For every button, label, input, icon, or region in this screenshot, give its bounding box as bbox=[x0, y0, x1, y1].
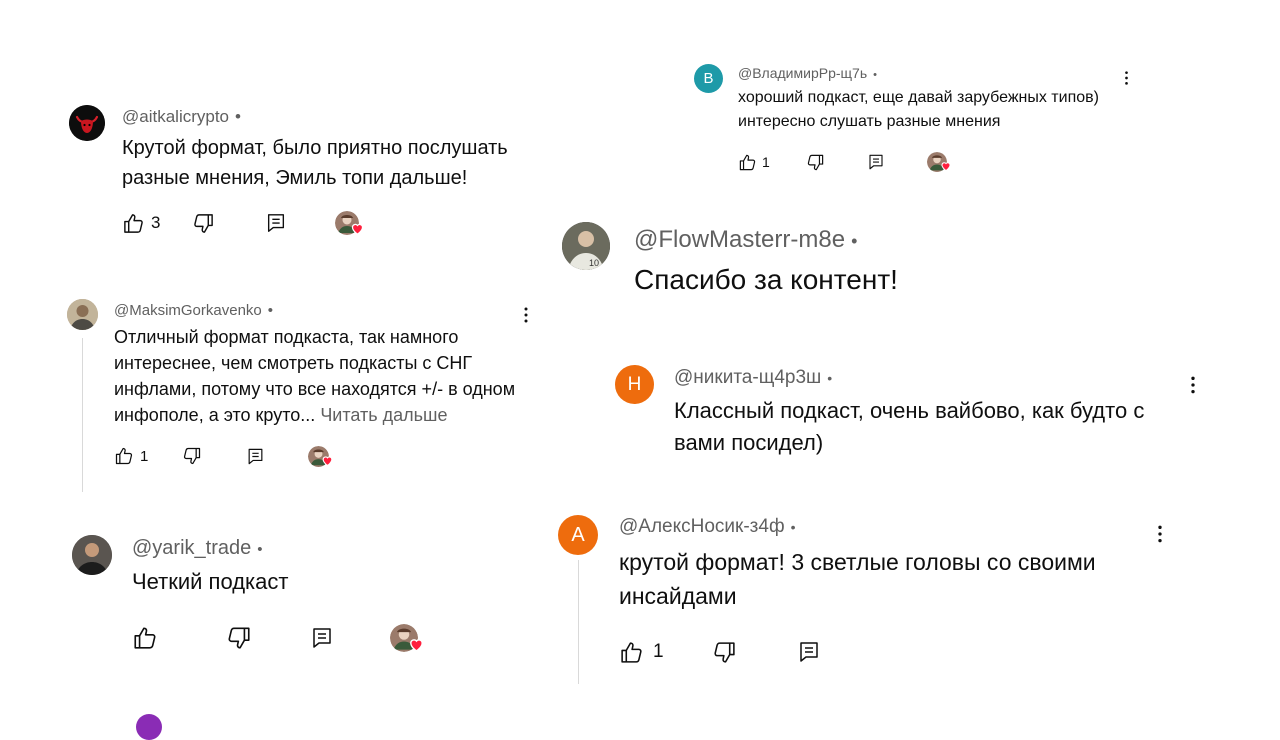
reply-icon bbox=[797, 640, 821, 664]
avatar[interactable] bbox=[69, 105, 105, 141]
heart-icon bbox=[321, 454, 334, 467]
reply-button[interactable] bbox=[867, 153, 885, 171]
more-vert-icon bbox=[1190, 375, 1196, 395]
more-actions-button[interactable] bbox=[1124, 70, 1129, 91]
avatar[interactable]: Н bbox=[615, 365, 654, 404]
person-photo-icon: 10 bbox=[562, 222, 610, 270]
comment-actions: 1 bbox=[114, 445, 334, 467]
dislike-button[interactable] bbox=[226, 625, 252, 651]
dislike-button[interactable] bbox=[192, 212, 215, 235]
svg-text:10: 10 bbox=[589, 258, 599, 268]
comment-text: Спасибо за контент! bbox=[634, 264, 898, 295]
read-more-link[interactable]: Читать дальше bbox=[320, 405, 447, 425]
comment-author[interactable]: @aitkalicrypto bbox=[122, 107, 229, 126]
separator-dot: • bbox=[235, 107, 241, 126]
creator-heart bbox=[390, 623, 426, 653]
person-photo-icon bbox=[67, 299, 98, 330]
comment-text: хороший подкаст, еще давай зарубежных ти… bbox=[738, 89, 1099, 130]
like-count: 3 bbox=[151, 213, 161, 232]
dislike-button[interactable] bbox=[712, 640, 737, 665]
avatar[interactable]: 10 bbox=[562, 222, 610, 270]
comment-author[interactable]: @АлексНосик-з4ф bbox=[619, 516, 785, 537]
thread-line bbox=[82, 338, 83, 492]
reply-icon bbox=[867, 153, 885, 171]
like-button[interactable]: 1 bbox=[738, 153, 770, 172]
thumbs-down-icon bbox=[226, 625, 252, 651]
comment-author[interactable]: @никита-щ4р3ш bbox=[674, 367, 821, 388]
thumbs-up-icon bbox=[114, 446, 134, 466]
comment-text: Четкий подкаст bbox=[132, 569, 289, 594]
dislike-button[interactable] bbox=[182, 446, 202, 466]
separator-dot: • bbox=[851, 231, 858, 251]
separator-dot: • bbox=[267, 302, 274, 319]
separator-dot: • bbox=[827, 370, 833, 386]
avatar[interactable]: В bbox=[694, 64, 723, 93]
comment-author[interactable]: @ВладимирРр-щ7ь bbox=[738, 65, 867, 81]
avatar[interactable] bbox=[72, 535, 112, 575]
person-photo-icon bbox=[72, 535, 112, 575]
thumbs-up-icon bbox=[132, 625, 158, 651]
heart-icon bbox=[940, 160, 952, 172]
thread-line bbox=[578, 560, 579, 684]
comment-author[interactable]: @yarik_trade bbox=[132, 537, 251, 559]
more-vert-icon bbox=[1157, 524, 1163, 544]
thumbs-up-icon bbox=[738, 153, 757, 172]
reply-icon bbox=[246, 447, 265, 466]
comment-text: Классный подкаст, очень вайбово, как буд… bbox=[674, 398, 1145, 455]
comment-actions: 1 bbox=[619, 638, 821, 666]
avatar-letter: А bbox=[571, 523, 585, 546]
like-button[interactable]: 1 bbox=[619, 640, 664, 665]
heart-icon bbox=[408, 636, 425, 653]
more-vert-icon bbox=[1124, 70, 1129, 86]
comment-text: Отличный формат подкаста, так намного ин… bbox=[114, 327, 516, 425]
avatar-letter: В bbox=[703, 70, 714, 87]
reply-icon bbox=[265, 212, 287, 234]
thumbs-up-icon bbox=[122, 212, 145, 235]
thumbs-down-icon bbox=[182, 446, 202, 466]
like-button[interactable]: 1 bbox=[114, 446, 148, 466]
comment-author[interactable]: @MaksimGorkavenko bbox=[114, 302, 262, 319]
like-count: 1 bbox=[762, 154, 770, 170]
reply-icon bbox=[310, 626, 334, 650]
reply-button[interactable] bbox=[265, 212, 287, 234]
thumbs-up-icon bbox=[619, 640, 644, 665]
avatar-partial bbox=[136, 714, 162, 740]
avatar[interactable]: А bbox=[558, 515, 598, 555]
comment-author[interactable]: @FlowMasterr-m8e bbox=[634, 226, 845, 253]
creator-heart bbox=[927, 150, 953, 174]
like-count: 1 bbox=[653, 641, 664, 662]
comment-text: Крутой формат, было приятно послушать ра… bbox=[122, 137, 508, 189]
separator-dot: • bbox=[790, 519, 796, 535]
like-button[interactable]: 3 bbox=[122, 212, 160, 235]
comment-actions bbox=[132, 624, 426, 652]
reply-button[interactable] bbox=[310, 626, 334, 650]
comment-actions: 1 bbox=[738, 151, 953, 173]
separator-dot: • bbox=[873, 69, 877, 81]
avatar[interactable] bbox=[67, 299, 98, 330]
avatar-letter: Н bbox=[627, 373, 642, 395]
reply-button[interactable] bbox=[797, 640, 821, 664]
like-count: 1 bbox=[140, 447, 149, 465]
reply-button[interactable] bbox=[246, 447, 265, 466]
heart-icon bbox=[350, 221, 365, 236]
thumbs-down-icon bbox=[712, 640, 737, 665]
creator-heart bbox=[308, 444, 334, 468]
dislike-button[interactable] bbox=[806, 153, 825, 172]
more-vert-icon bbox=[523, 306, 529, 324]
thumbs-down-icon bbox=[806, 153, 825, 172]
separator-dot: • bbox=[257, 541, 263, 558]
like-button[interactable] bbox=[132, 625, 158, 651]
bull-logo-icon bbox=[69, 105, 105, 141]
comment-actions: 3 bbox=[122, 211, 365, 235]
thumbs-down-icon bbox=[192, 212, 215, 235]
comment-text: крутой формат! 3 светлые головы со своим… bbox=[619, 549, 1096, 609]
creator-heart bbox=[335, 210, 365, 236]
